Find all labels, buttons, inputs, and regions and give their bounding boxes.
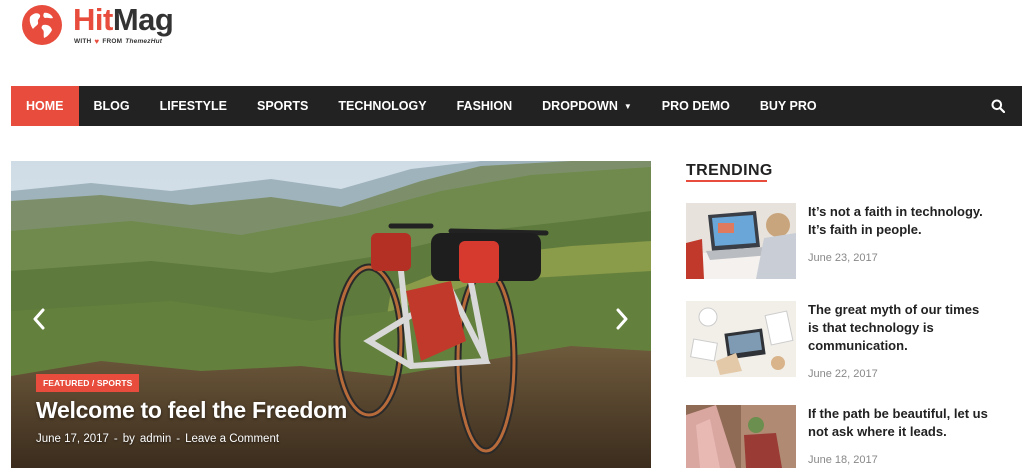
site-header: HitMag WITH ♥ FROM ThemezHut — [0, 0, 1024, 86]
nav-item-buy-pro[interactable]: BUY PRO — [745, 86, 832, 126]
nav-item-technology[interactable]: TECHNOLOGY — [323, 86, 441, 126]
caret-down-icon: ▼ — [623, 101, 632, 111]
category-badge[interactable]: FEATURED / SPORTS — [36, 374, 140, 392]
nav-item-fashion[interactable]: FASHION — [442, 86, 528, 126]
heading-underline — [686, 180, 767, 182]
nav-item-lifestyle[interactable]: LIFESTYLE — [145, 86, 242, 126]
nav-label: BLOG — [93, 99, 130, 113]
trending-thumbnail[interactable] — [686, 405, 796, 468]
search-icon — [991, 99, 1005, 113]
slider-next-button[interactable] — [612, 304, 632, 334]
tagline-from: FROM — [102, 38, 123, 45]
main-nav: HOME BLOG LIFESTYLE SPORTS TECHNOLOGY FA… — [11, 86, 1022, 126]
nav-label: TECHNOLOGY — [338, 99, 427, 113]
trending-date[interactable]: June 22, 2017 — [808, 368, 878, 380]
meta-separator: - — [176, 433, 181, 445]
globe-logo-icon[interactable] — [21, 4, 63, 46]
trending-item: The great myth of our times is that tech… — [686, 301, 1016, 381]
nav-label: SPORTS — [256, 99, 309, 113]
nav-label: BUY PRO — [759, 99, 817, 113]
trending-title[interactable]: It’s not a faith in technology. It’s fai… — [808, 203, 993, 239]
slide-title[interactable]: Welcome to feel the Freedom — [36, 397, 347, 424]
nav-item-sports[interactable]: SPORTS — [242, 86, 323, 126]
trending-title[interactable]: If the path be beautiful, let us not ask… — [808, 405, 993, 441]
nav-label: LIFESTYLE — [159, 99, 227, 113]
tagline-with: WITH — [74, 38, 92, 45]
chevron-right-icon — [616, 308, 628, 330]
meta-separator: - — [113, 433, 118, 445]
site-tagline: WITH ♥ FROM ThemezHut — [74, 36, 163, 46]
heart-icon: ♥ — [94, 36, 100, 46]
site-title-rest: Mag — [112, 2, 174, 37]
search-button[interactable] — [974, 86, 1022, 126]
post-date[interactable]: June 17, 2017 — [36, 433, 109, 445]
slide-meta: June 17, 2017 - by admin - Leave a Comme… — [36, 433, 279, 445]
trending-date[interactable]: June 18, 2017 — [808, 454, 878, 466]
trending-date[interactable]: June 23, 2017 — [808, 252, 878, 264]
trending-thumbnail[interactable] — [686, 301, 796, 377]
nav-item-blog[interactable]: BLOG — [79, 86, 145, 126]
site-title-hit: Hit — [73, 2, 113, 37]
nav-item-home[interactable]: HOME — [11, 86, 79, 126]
tagline-brand: ThemezHut — [125, 38, 163, 45]
trending-item: If the path be beautiful, let us not ask… — [686, 405, 1016, 468]
nav-label: DROPDOWN — [542, 99, 618, 113]
nav-label: PRO DEMO — [661, 99, 730, 113]
nav-label: HOME — [26, 99, 64, 113]
chevron-left-icon — [33, 308, 45, 330]
nav-item-dropdown[interactable]: DROPDOWN ▼ — [527, 86, 647, 126]
trending-heading: TRENDING — [686, 162, 773, 179]
nav-label: FASHION — [456, 99, 513, 113]
post-author[interactable]: admin — [140, 433, 171, 445]
comment-link[interactable]: Leave a Comment — [185, 433, 279, 445]
trending-title[interactable]: The great myth of our times is that tech… — [808, 301, 993, 355]
site-title[interactable]: HitMag — [73, 1, 174, 39]
nav-item-pro-demo[interactable]: PRO DEMO — [647, 86, 745, 126]
slider-prev-button[interactable] — [29, 304, 49, 334]
trending-thumbnail[interactable] — [686, 203, 796, 279]
trending-item: It’s not a faith in technology. It’s fai… — [686, 203, 1016, 283]
meta-by: by — [122, 433, 135, 445]
